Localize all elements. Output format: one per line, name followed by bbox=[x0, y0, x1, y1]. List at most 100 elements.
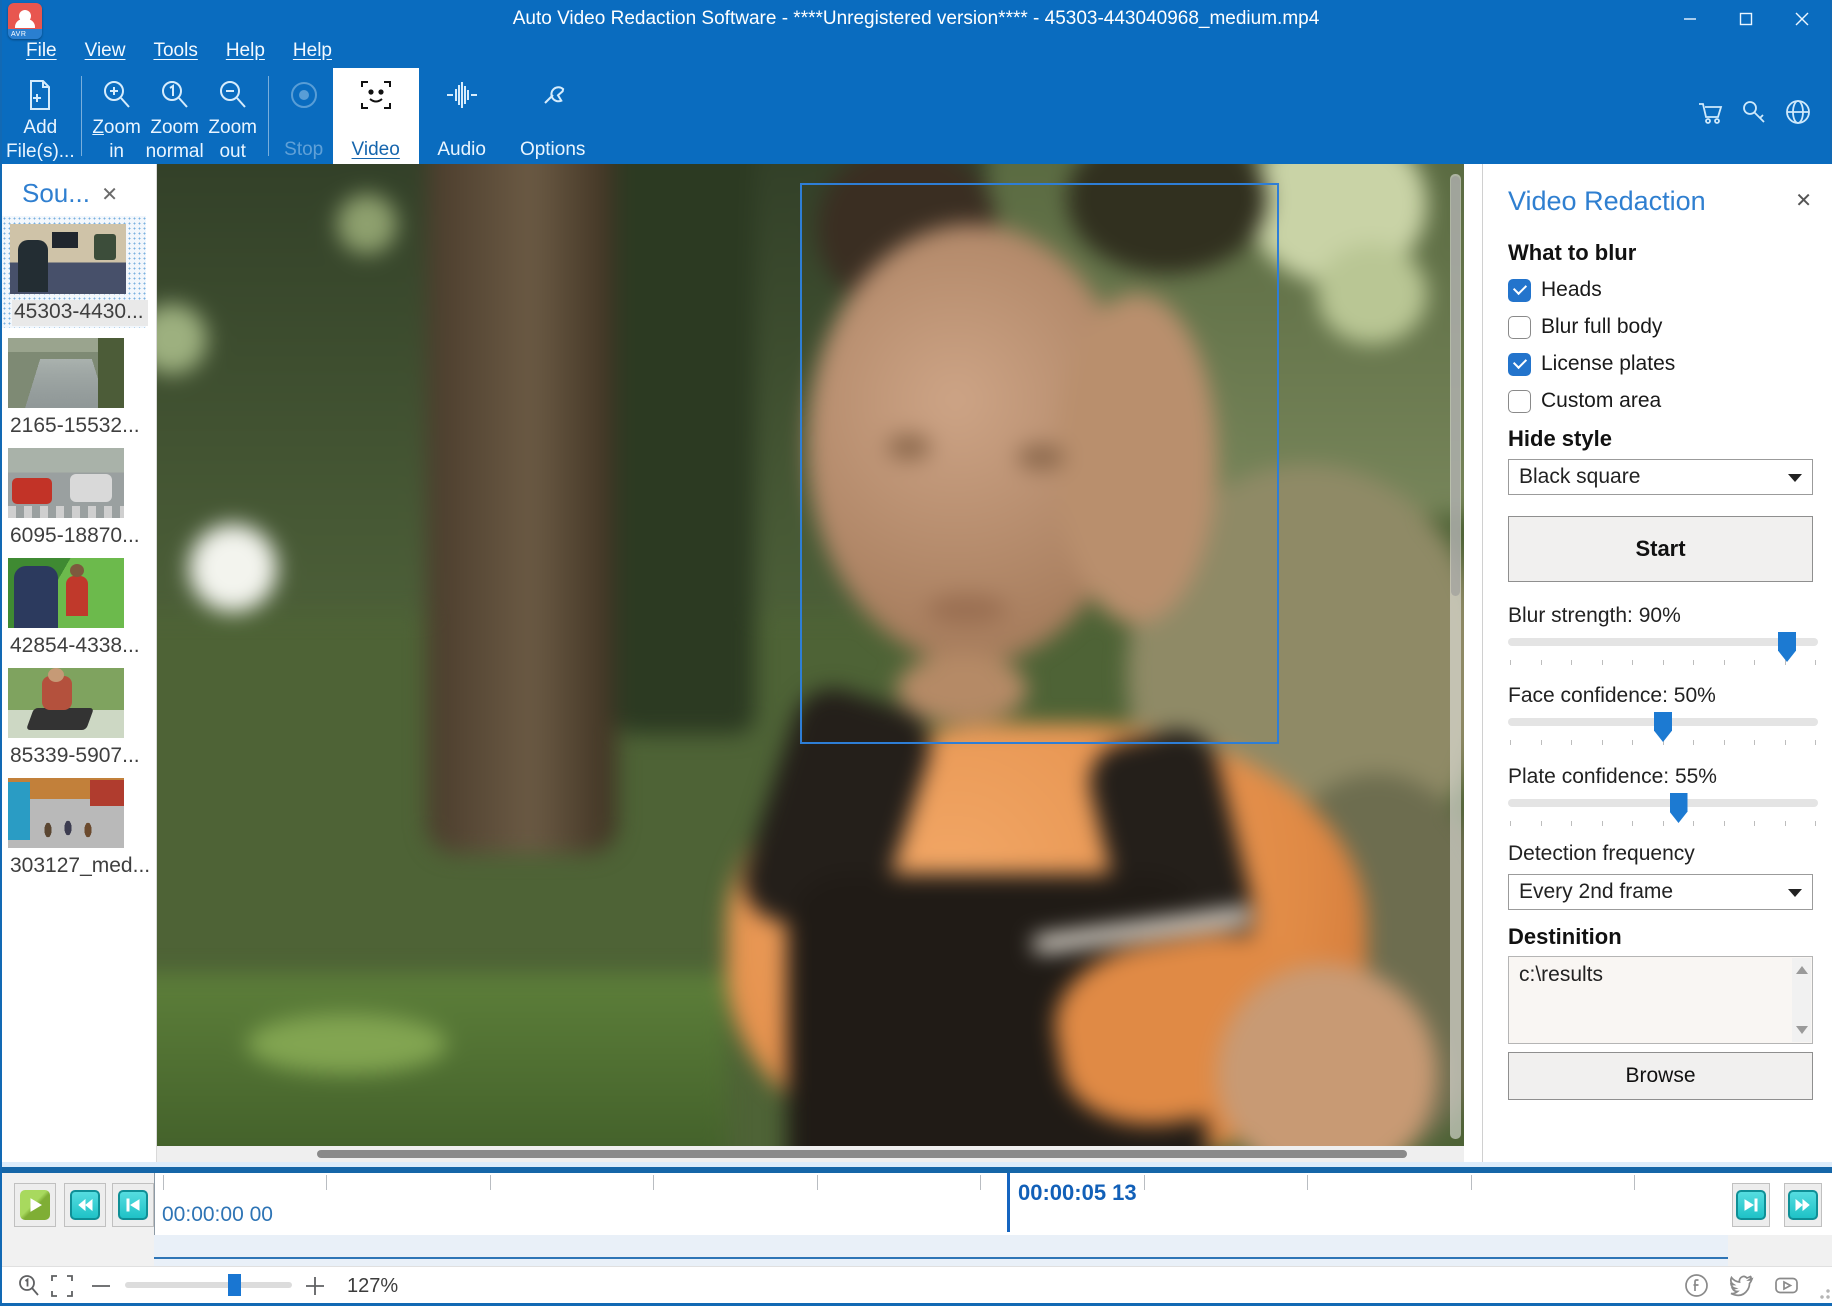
app-window: AVR Auto Video Redaction Software - ****… bbox=[0, 0, 1832, 1306]
zoom-in-icon bbox=[100, 78, 134, 112]
zoom-normal-icon bbox=[16, 1273, 42, 1299]
zoom-out-icon bbox=[216, 78, 250, 112]
source-item-3[interactable]: 6095-18870... bbox=[2, 444, 152, 548]
close-button[interactable] bbox=[1774, 0, 1830, 38]
video-horizontal-scrollbar[interactable] bbox=[157, 1146, 1464, 1162]
destination-heading: Destinition bbox=[1508, 924, 1622, 950]
menu-file[interactable]: File bbox=[16, 38, 67, 68]
marker-time-label: 00:00:05 13 bbox=[1018, 1180, 1137, 1206]
slider-ticks bbox=[1508, 660, 1818, 665]
source-thumbnail-1 bbox=[10, 224, 126, 294]
previous-frame-button[interactable] bbox=[112, 1183, 154, 1227]
minimize-button[interactable] bbox=[1662, 0, 1718, 38]
timeline-divider bbox=[2, 1162, 1832, 1173]
toolbar: Add File(s)... Zoom in Zoom normal bbox=[2, 68, 1830, 164]
globe-icon[interactable] bbox=[1784, 98, 1812, 126]
sources-close-icon[interactable]: ✕ bbox=[101, 182, 118, 207]
checkbox-blur-full-body-box[interactable] bbox=[1508, 316, 1531, 339]
chevron-down-icon bbox=[1788, 889, 1802, 897]
face-confidence-slider-group: Face confidence: 50% bbox=[1508, 684, 1818, 745]
plate-confidence-slider[interactable] bbox=[1508, 799, 1818, 807]
menu-help-1[interactable]: Help bbox=[216, 38, 275, 68]
menu-help-2[interactable]: Help bbox=[283, 38, 342, 68]
play-button[interactable] bbox=[14, 1183, 56, 1227]
face-confidence-slider[interactable] bbox=[1508, 718, 1818, 726]
checkbox-blur-full-body[interactable]: Blur full body bbox=[1508, 315, 1662, 339]
panel-close-icon[interactable]: ✕ bbox=[1795, 188, 1812, 213]
blur-strength-slider[interactable] bbox=[1508, 638, 1818, 646]
menu-view[interactable]: View bbox=[75, 38, 136, 68]
toolbar-separator bbox=[268, 76, 269, 156]
zoom-in-button[interactable]: Zoom in bbox=[88, 68, 146, 164]
hide-style-dropdown[interactable]: Black square bbox=[1508, 459, 1813, 495]
youtube-icon[interactable] bbox=[1773, 1272, 1800, 1299]
zoom-slider-thumb[interactable] bbox=[228, 1274, 241, 1296]
key-icon[interactable] bbox=[1740, 98, 1768, 126]
facebook-icon[interactable] bbox=[1683, 1272, 1710, 1299]
plate-confidence-slider-group: Plate confidence: 55% bbox=[1508, 765, 1818, 826]
titlebar[interactable]: AVR Auto Video Redaction Software - ****… bbox=[2, 0, 1830, 38]
checkbox-heads[interactable]: Heads bbox=[1508, 278, 1602, 302]
timeline-ruler[interactable] bbox=[154, 1173, 1832, 1235]
scroll-down-icon[interactable] bbox=[1796, 1026, 1808, 1034]
destination-scrollbar[interactable] bbox=[1792, 958, 1811, 1042]
timeline-track[interactable] bbox=[154, 1235, 1728, 1266]
blur-strength-label: Blur strength: 90% bbox=[1508, 604, 1818, 628]
source-item-6[interactable]: 303127_med... bbox=[2, 774, 152, 878]
source-item-5[interactable]: 85339-5907... bbox=[2, 664, 152, 768]
face-id-icon bbox=[359, 78, 393, 112]
detection-frequency-dropdown[interactable]: Every 2nd frame bbox=[1508, 874, 1813, 910]
audio-tab[interactable]: Audio bbox=[419, 68, 505, 164]
checkbox-license-plates-box[interactable] bbox=[1508, 353, 1531, 376]
video-preview-area[interactable] bbox=[157, 164, 1464, 1162]
checkbox-heads-box[interactable] bbox=[1508, 279, 1531, 302]
cart-icon[interactable] bbox=[1696, 98, 1724, 126]
playhead[interactable] bbox=[1007, 1173, 1010, 1232]
options-tab[interactable]: Options bbox=[505, 68, 601, 164]
start-button[interactable]: Start bbox=[1508, 516, 1813, 582]
fit-screen-icon bbox=[49, 1273, 75, 1299]
fast-forward-icon bbox=[1788, 1190, 1818, 1220]
header: AVR Auto Video Redaction Software - ****… bbox=[2, 0, 1830, 164]
toolbar-separator bbox=[81, 76, 82, 156]
zoom-in-button-status[interactable] bbox=[302, 1273, 328, 1304]
zoom-slider[interactable] bbox=[125, 1282, 292, 1288]
fast-forward-button[interactable] bbox=[1784, 1183, 1822, 1227]
current-time-label: 00:00:00 00 bbox=[162, 1203, 273, 1227]
source-item-2[interactable]: 2165-15532... bbox=[2, 334, 152, 438]
scrollbar-thumb[interactable] bbox=[317, 1150, 1407, 1158]
hide-style-heading: Hide style bbox=[1508, 426, 1612, 452]
browse-button[interactable]: Browse bbox=[1508, 1052, 1813, 1100]
timeline[interactable]: 00:00:00 00 00:00:05 13 bbox=[2, 1173, 1832, 1266]
add-file-icon bbox=[23, 78, 57, 112]
zoom-out-button[interactable]: Zoom out bbox=[204, 68, 262, 164]
checkbox-license-plates[interactable]: License plates bbox=[1508, 352, 1675, 376]
what-to-blur-heading: What to blur bbox=[1508, 240, 1636, 266]
source-item-4[interactable]: 42854-4338... bbox=[2, 554, 152, 658]
video-tab[interactable]: Video bbox=[333, 68, 419, 164]
resize-grip[interactable] bbox=[1820, 1289, 1830, 1299]
zoom-actual-size-button[interactable] bbox=[16, 1273, 42, 1304]
video-vertical-scrollbar[interactable] bbox=[1450, 174, 1461, 1139]
zoom-percent-label: 127% bbox=[347, 1275, 398, 1298]
face-confidence-thumb[interactable] bbox=[1654, 712, 1672, 742]
menu-tools[interactable]: Tools bbox=[143, 38, 207, 68]
zoom-out-button-status[interactable] bbox=[88, 1273, 114, 1304]
scroll-up-icon[interactable] bbox=[1796, 966, 1808, 974]
checkbox-custom-area[interactable]: Custom area bbox=[1508, 389, 1661, 413]
rewind-button[interactable] bbox=[64, 1183, 106, 1227]
video-frame bbox=[157, 164, 1464, 1146]
window-title: Auto Video Redaction Software - ****Unre… bbox=[2, 8, 1830, 30]
next-frame-button[interactable] bbox=[1732, 1183, 1770, 1227]
destination-input[interactable]: c:\results bbox=[1508, 956, 1813, 1044]
twitter-icon[interactable] bbox=[1728, 1272, 1755, 1299]
maximize-button[interactable] bbox=[1718, 0, 1774, 38]
fit-to-screen-button[interactable] bbox=[49, 1273, 75, 1304]
blur-strength-thumb[interactable] bbox=[1778, 632, 1796, 662]
zoom-normal-button[interactable]: Zoom normal bbox=[146, 68, 204, 164]
checkbox-custom-area-box[interactable] bbox=[1508, 390, 1531, 413]
face-detection-box[interactable] bbox=[800, 183, 1279, 744]
plate-confidence-thumb[interactable] bbox=[1670, 793, 1688, 823]
add-files-button[interactable]: Add File(s)... bbox=[6, 68, 75, 164]
source-item-1[interactable]: 45303-4430... bbox=[2, 216, 146, 328]
